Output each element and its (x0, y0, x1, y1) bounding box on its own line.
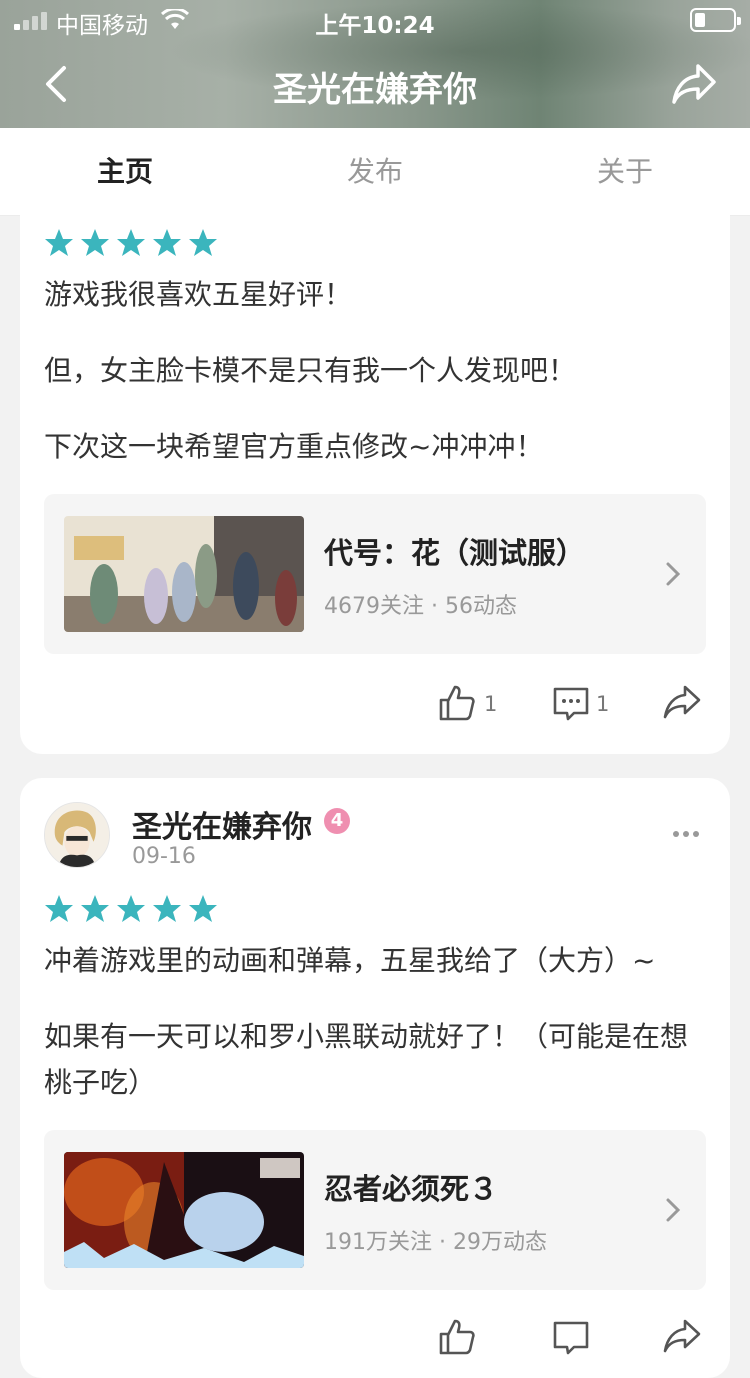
star-icon (117, 229, 145, 256)
star-rating (44, 228, 224, 258)
game-name: 忍者必须死３ (324, 1172, 499, 1206)
post-actions: 1 1 (438, 684, 708, 724)
review-text: 游戏我很喜欢五星好评！ (44, 278, 353, 311)
review-card[interactable]: 游戏我很喜欢五星好评！ 但，女主脸卡模不是只有我一个人发现吧！ 下次这一块希望官… (20, 196, 730, 754)
level-badge: 4 (324, 808, 350, 834)
star-rating (44, 894, 224, 924)
comment-button[interactable] (552, 684, 590, 722)
game-stats: 4679关注 · 56动态 (324, 594, 517, 619)
profile-header: 中国移动 上午10:24 圣光在嫌弃你 (0, 0, 750, 128)
review-card[interactable]: 圣光在嫌弃你 4 09-16 冲着游戏里的动画和弹幕，五星我给了（大方）~ 如果… (20, 778, 730, 1378)
game-link-card[interactable]: 忍者必须死３ 191万关注 · 29万动态 (44, 1130, 706, 1290)
status-time: 上午10:24 (315, 13, 435, 39)
star-icon (189, 895, 217, 922)
comment-count: 1 (596, 692, 610, 716)
game-stats: 191万关注 · 29万动态 (324, 1230, 547, 1255)
comment-button[interactable] (552, 1318, 590, 1356)
chevron-right-icon (666, 562, 681, 586)
nav-bar: 圣光在嫌弃你 (0, 40, 750, 128)
battery-icon (690, 8, 741, 32)
star-icon (153, 895, 181, 922)
review-text: 但，女主脸卡模不是只有我一个人发现吧！ (44, 354, 577, 387)
like-count: 1 (484, 692, 498, 716)
review-text: 如果有一天可以和罗小黑联动就好了！（可能是在想桃子吃） (44, 1020, 689, 1099)
post-date: 09-16 (132, 844, 196, 869)
page-title: 圣光在嫌弃你 (273, 70, 477, 110)
star-icon (117, 895, 145, 922)
review-text: 下次这一块希望官方重点修改~冲冲冲！ (44, 430, 544, 463)
game-cover-image (64, 1152, 304, 1268)
post-actions (438, 1318, 708, 1358)
star-icon (189, 229, 217, 256)
star-icon (45, 895, 73, 922)
game-cover-image (64, 516, 304, 632)
more-options-button[interactable] (672, 830, 700, 838)
star-icon (45, 229, 73, 256)
status-bar: 中国移动 上午10:24 (0, 0, 750, 40)
like-button[interactable] (438, 1318, 476, 1356)
game-link-card[interactable]: 代号：花（测试服） 4679关注 · 56动态 (44, 494, 706, 654)
like-button[interactable] (438, 684, 476, 722)
share-post-button[interactable] (662, 1318, 702, 1354)
star-icon (81, 229, 109, 256)
star-icon (153, 229, 181, 256)
chevron-right-icon (666, 1198, 681, 1222)
game-name: 代号：花（测试服） (324, 536, 586, 570)
avatar[interactable] (44, 802, 110, 868)
review-text: 冲着游戏里的动画和弹幕，五星我给了（大方）~ (44, 944, 656, 977)
share-button[interactable] (670, 62, 718, 106)
share-post-button[interactable] (662, 684, 702, 720)
star-icon (81, 895, 109, 922)
author-name[interactable]: 圣光在嫌弃你 (132, 802, 312, 846)
